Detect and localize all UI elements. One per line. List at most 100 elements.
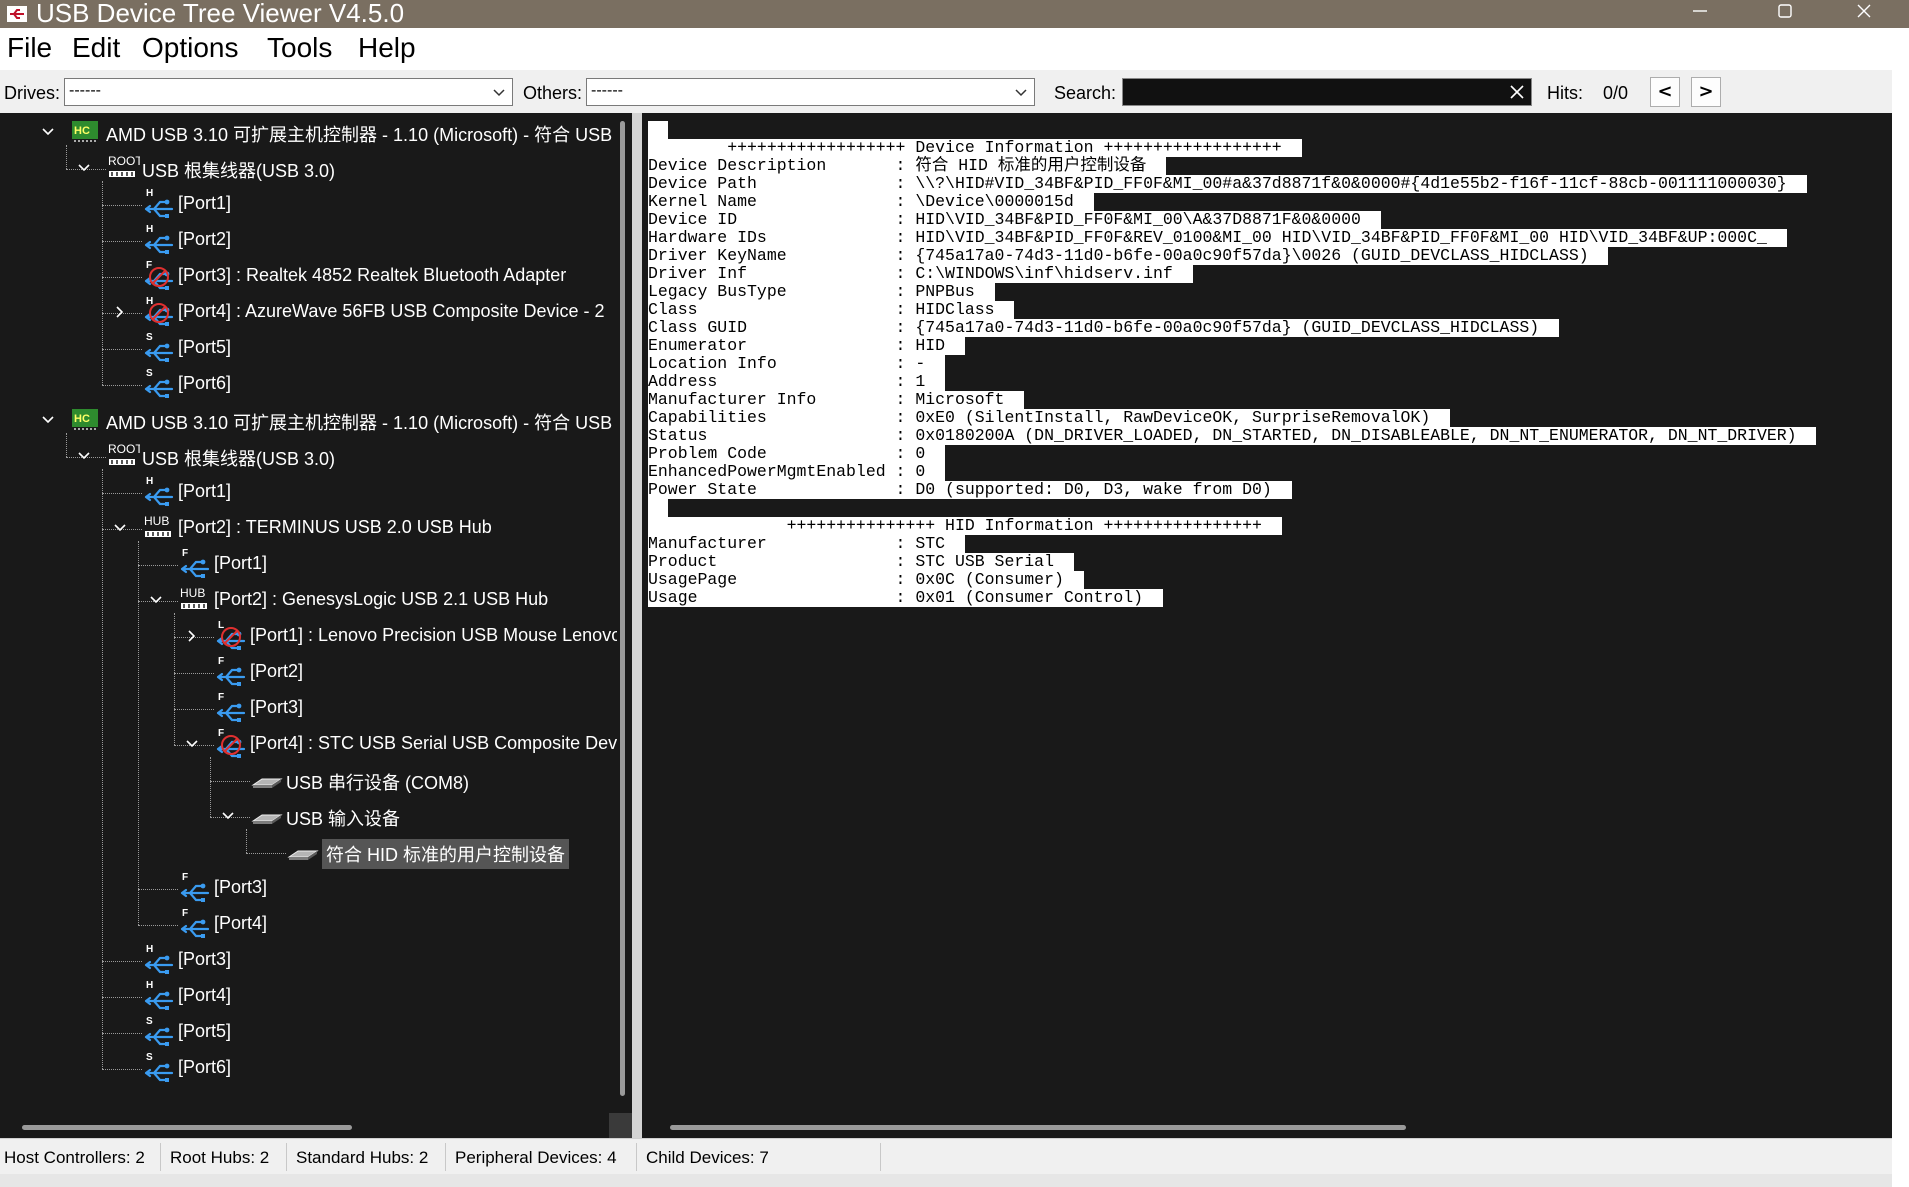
usb-port-icon: F bbox=[214, 691, 248, 732]
clear-search-icon[interactable] bbox=[1509, 84, 1525, 100]
status-peripheral-devices: Peripheral Devices: 4 bbox=[455, 1148, 617, 1167]
chevron-down-icon[interactable] bbox=[40, 124, 56, 145]
others-label: Others: bbox=[523, 83, 583, 103]
tree-node[interactable]: H [Port4] bbox=[0, 979, 612, 1015]
chevron-down-icon[interactable] bbox=[76, 448, 92, 469]
tree-node[interactable]: 符合 HID 标准的用户控制设备 bbox=[0, 835, 612, 871]
tree-node[interactable]: HC AMD USB 3.10 可扩展主机控制器 - 1.10 (Microsof… bbox=[0, 115, 612, 151]
tree-node[interactable]: ROOT USB 根集线器(USB 3.0) bbox=[0, 151, 612, 187]
svg-text:H: H bbox=[146, 476, 153, 487]
svg-text:HC: HC bbox=[74, 413, 90, 425]
app-usb-icon bbox=[7, 6, 27, 22]
title-bar[interactable]: USB Device Tree Viewer V4.5.0 bbox=[0, 0, 1909, 28]
chevron-down-icon[interactable] bbox=[112, 520, 128, 541]
tree-vertical-scroll-thumb[interactable] bbox=[620, 121, 625, 1096]
tree-node[interactable]: USB 输入设备 bbox=[0, 799, 612, 835]
chevron-down-icon[interactable] bbox=[184, 736, 200, 757]
others-dropdown[interactable]: ------ bbox=[586, 78, 1035, 106]
chevron-down-icon[interactable] bbox=[40, 412, 56, 433]
others-value: ------ bbox=[591, 82, 623, 99]
device-information-text[interactable]: ++++++++++++++++++ Device Information ++… bbox=[648, 121, 1817, 607]
chevron-down-icon[interactable] bbox=[76, 160, 92, 181]
usb-port-icon: S bbox=[142, 1051, 176, 1092]
taskbar-strip bbox=[0, 1174, 1892, 1187]
drives-dropdown[interactable]: ------ bbox=[64, 78, 513, 106]
tree-node[interactable]: ROOT USB 根集线器(USB 3.0) bbox=[0, 439, 612, 475]
menu-options[interactable]: Options bbox=[142, 32, 239, 64]
tree-node[interactable]: H [Port1] bbox=[0, 187, 612, 223]
previous-hit-button[interactable]: < bbox=[1650, 77, 1680, 107]
status-separator bbox=[880, 1143, 881, 1171]
close-button[interactable] bbox=[1836, 0, 1892, 28]
panel-splitter[interactable] bbox=[632, 113, 642, 1138]
tree-node[interactable]: F [Port3] bbox=[0, 691, 612, 727]
tree-node-label: USB 根集线器(USB 3.0) bbox=[142, 449, 336, 469]
detail-line: Legacy BusType : PNPBus bbox=[648, 282, 995, 301]
detail-line: Driver Inf : C:\WINDOWS\inf\hidserv.inf bbox=[648, 264, 1193, 283]
detail-line: Kernel Name : \Device\0000015d bbox=[648, 192, 1094, 211]
tree-node[interactable]: HUB [Port2] : TERMINUS USB 2.0 USB Hub bbox=[0, 511, 612, 547]
root-hub-icon: ROOT bbox=[106, 439, 143, 480]
usb-tree-viewer-window: USB Device Tree Viewer V4.5.0 File Edit … bbox=[0, 0, 1909, 1187]
chevron-down-icon bbox=[493, 89, 505, 97]
usb-port-icon: H bbox=[142, 187, 176, 228]
usb-port-icon: H bbox=[142, 475, 176, 516]
tree-node[interactable]: H [Port3] bbox=[0, 943, 612, 979]
tree-node-label: [Port1] bbox=[178, 481, 232, 501]
tree-node[interactable]: S [Port6] bbox=[0, 1051, 612, 1087]
chevron-right-icon[interactable] bbox=[112, 304, 128, 325]
menu-help[interactable]: Help bbox=[358, 32, 416, 64]
menu-file[interactable]: File bbox=[7, 32, 52, 64]
svg-text:F: F bbox=[182, 872, 188, 883]
svg-text:H: H bbox=[146, 980, 153, 991]
tree-node[interactable]: S [Port5] bbox=[0, 331, 612, 367]
svg-text:HC: HC bbox=[74, 125, 90, 137]
status-child-devices: Child Devices: 7 bbox=[646, 1148, 769, 1167]
device-tree-panel[interactable]: HC AMD USB 3.10 可扩展主机控制器 - 1.10 (Microsof… bbox=[0, 113, 632, 1138]
menu-tools[interactable]: Tools bbox=[267, 32, 332, 64]
tree-node[interactable]: H [Port1] bbox=[0, 475, 612, 511]
hid-device-icon bbox=[286, 835, 320, 876]
tree-node[interactable]: F [Port3] bbox=[0, 871, 612, 907]
detail-line: Power State : D0 (supported: D0, D3, wak… bbox=[648, 480, 1292, 499]
usb-port-icon: F bbox=[178, 871, 212, 912]
host-controller-icon: HC bbox=[70, 403, 102, 444]
drives-label: Drives: bbox=[4, 83, 61, 103]
tree-node[interactable]: H [Port2] bbox=[0, 223, 612, 259]
root-hub-icon: ROOT bbox=[106, 151, 143, 192]
tree-node-label: USB 输入设备 bbox=[286, 809, 401, 829]
tree-node[interactable]: HC AMD USB 3.10 可扩展主机控制器 - 1.10 (Microsof… bbox=[0, 403, 612, 439]
tree-node-label: [Port3] bbox=[214, 877, 268, 897]
svg-text:HUB: HUB bbox=[180, 586, 205, 600]
tree-node[interactable]: S [Port5] bbox=[0, 1015, 612, 1051]
tree-node[interactable]: S [Port6] bbox=[0, 367, 612, 403]
details-horizontal-scrollbar[interactable] bbox=[642, 1113, 1892, 1138]
details-horizontal-scroll-thumb[interactable] bbox=[670, 1125, 1406, 1130]
tree-node[interactable]: USB 串行设备 (COM8) bbox=[0, 763, 612, 799]
search-input[interactable] bbox=[1127, 81, 1491, 105]
tree-node[interactable]: F [Port4] bbox=[0, 907, 612, 943]
minimize-button[interactable] bbox=[1672, 0, 1728, 28]
tree-node[interactable]: L [Port1] : Lenovo Precision USB Mouse Le… bbox=[0, 619, 621, 655]
maximize-button[interactable] bbox=[1757, 0, 1813, 28]
tree-node[interactable]: F [Port2] bbox=[0, 655, 612, 691]
tree-node[interactable]: F [Port3] : Realtek 4852 Realtek Bluetoot… bbox=[0, 259, 612, 295]
tree-node[interactable]: H [Port4] : AzureWave 56FB USB Composite … bbox=[0, 295, 612, 331]
tree-horizontal-scrollbar[interactable] bbox=[0, 1113, 617, 1138]
chevron-down-icon[interactable] bbox=[148, 592, 164, 613]
device-details-panel[interactable]: ++++++++++++++++++ Device Information ++… bbox=[642, 113, 1892, 1138]
tree-node[interactable]: HUB [Port2] : GenesysLogic USB 2.1 USB Hu… bbox=[0, 583, 612, 619]
tree-node-label: [Port5] bbox=[178, 1021, 232, 1041]
usb-device-icon: L bbox=[214, 619, 248, 660]
detail-line: EnhancedPowerMgmtEnabled : 0 bbox=[648, 462, 946, 481]
next-hit-button[interactable]: > bbox=[1691, 77, 1721, 107]
chevron-right-icon[interactable] bbox=[184, 628, 200, 649]
tree-node[interactable]: F [Port1] bbox=[0, 547, 612, 583]
tree-node[interactable]: F [Port4] : STC USB Serial USB Composite … bbox=[0, 727, 632, 763]
chevron-down-icon[interactable] bbox=[220, 808, 236, 829]
tree-vertical-scrollbar[interactable] bbox=[617, 113, 632, 1113]
usb-port-icon: S bbox=[142, 1015, 176, 1056]
tree-horizontal-scroll-thumb[interactable] bbox=[22, 1125, 352, 1130]
menu-edit[interactable]: Edit bbox=[72, 32, 120, 64]
search-box[interactable] bbox=[1122, 78, 1532, 106]
